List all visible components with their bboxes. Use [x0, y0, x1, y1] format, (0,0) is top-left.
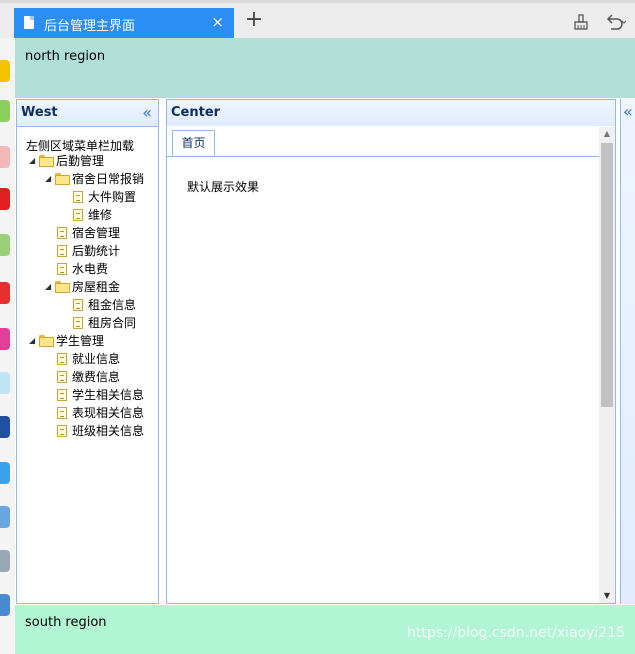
- tree-node-label: 水电费: [72, 262, 109, 276]
- expand-triangle-icon[interactable]: ◢: [45, 278, 55, 296]
- expand-triangle-icon[interactable]: ◢: [45, 170, 55, 188]
- browser-tab[interactable]: 后台管理主界面 ×: [14, 8, 234, 38]
- tree-node[interactable]: ◢ 宿舍日常报销: [45, 170, 144, 188]
- broom-icon[interactable]: [572, 13, 590, 31]
- app-icon-leaf[interactable]: [0, 234, 10, 256]
- monitor-icon[interactable]: [0, 462, 10, 484]
- tree-node[interactable]: 水电费: [45, 260, 108, 278]
- tree-node[interactable]: 租金信息: [61, 296, 136, 314]
- tree-node-label: 后勤管理: [56, 154, 105, 168]
- south-region-text: south region: [25, 615, 107, 630]
- app-icon-gray[interactable]: [0, 550, 10, 572]
- scroll-up-icon[interactable]: ▲: [599, 127, 615, 141]
- app-icon-red[interactable]: [0, 188, 10, 210]
- tree-node-label: 学生相关信息: [72, 388, 145, 402]
- undo-icon[interactable]: [604, 12, 626, 32]
- tree-node-label: 宿舍管理: [72, 226, 121, 240]
- tree-node-label: 租金信息: [88, 298, 137, 312]
- tree-node[interactable]: ◢ 后勤管理: [29, 152, 104, 170]
- star-icon[interactable]: [0, 60, 10, 82]
- page-icon: [24, 16, 34, 29]
- south-region: south region https://blog.csdn.net/xiaoy…: [15, 605, 635, 654]
- file-icon: [57, 371, 67, 383]
- file-icon: [73, 299, 83, 311]
- tree-node-label: 租房合同: [88, 316, 137, 330]
- east-panel-collapsed[interactable]: «: [620, 99, 635, 604]
- close-tab-icon[interactable]: ×: [211, 13, 224, 31]
- tree-node-label: 表现相关信息: [72, 406, 145, 420]
- watermark: https://blog.csdn.net/xiaoyi215: [407, 625, 625, 641]
- tree-node-label: 大件购置: [88, 190, 137, 204]
- center-panel: Center 首页 默认展示效果 ▲ ▼: [166, 99, 616, 604]
- tree-node-label: 学生管理: [56, 334, 105, 348]
- center-tabs-bar: 首页: [167, 126, 615, 157]
- north-region: north region: [15, 38, 635, 98]
- tree-node-label: 就业信息: [72, 352, 121, 366]
- home-tab-content: 默认展示效果: [187, 180, 260, 194]
- tree-node[interactable]: 租房合同: [61, 314, 136, 332]
- browser-tab-title: 后台管理主界面: [44, 19, 136, 34]
- folder-open-icon: [39, 155, 54, 167]
- app-icon-red2[interactable]: [0, 282, 10, 304]
- tree-node[interactable]: 大件购置: [61, 188, 136, 206]
- tree-node-label: 后勤统计: [72, 244, 121, 258]
- center-panel-title: Center: [171, 105, 221, 120]
- tree-node-label: 维修: [88, 208, 113, 222]
- expand-east-icon[interactable]: «: [623, 102, 633, 121]
- film-icon[interactable]: [0, 416, 10, 438]
- tree-node-label: 房屋租金: [72, 280, 121, 294]
- file-icon: [57, 407, 67, 419]
- collapse-left-icon[interactable]: «: [142, 103, 152, 122]
- folder-open-icon: [39, 335, 54, 347]
- app-icon-blue[interactable]: [0, 506, 10, 528]
- file-icon: [57, 389, 67, 401]
- west-panel-header: West «: [17, 100, 158, 127]
- tree-node-label: 班级相关信息: [72, 424, 145, 438]
- tree-node[interactable]: ◢ 学生管理: [29, 332, 104, 350]
- folder-open-icon: [55, 173, 70, 185]
- scrollbar-thumb[interactable]: [601, 143, 613, 407]
- file-icon: [57, 263, 67, 275]
- new-tab-button[interactable]: +: [244, 8, 264, 32]
- browser-tab-bar: 后台管理主界面 × +: [0, 0, 635, 38]
- calendar-icon[interactable]: [0, 146, 10, 168]
- tree-node[interactable]: ◢ 房屋租金: [45, 278, 120, 296]
- app-icon-blue2[interactable]: [0, 594, 10, 616]
- file-icon: [73, 317, 83, 329]
- file-icon: [57, 245, 67, 257]
- tree-node[interactable]: 维修: [61, 206, 112, 224]
- scroll-down-icon[interactable]: ▼: [599, 589, 615, 603]
- app-icon-green[interactable]: [0, 100, 10, 122]
- tree-node[interactable]: 班级相关信息: [45, 422, 144, 440]
- app-icon-pink[interactable]: [0, 328, 10, 350]
- tree-node[interactable]: 缴费信息: [45, 368, 120, 386]
- tree-node[interactable]: 学生相关信息: [45, 386, 144, 404]
- west-panel: West « 左侧区域菜单栏加载 ◢ 后勤管理 ◢ 宿舍日常报销 大件购置 维修 宿舍管理后…: [16, 99, 159, 604]
- tree-node[interactable]: 就业信息: [45, 350, 120, 368]
- west-panel-title: West: [21, 105, 58, 120]
- vertical-scrollbar[interactable]: ▲ ▼: [599, 127, 615, 603]
- tree-node[interactable]: 后勤统计: [45, 242, 120, 260]
- expand-triangle-icon[interactable]: ◢: [29, 332, 39, 350]
- expand-triangle-icon[interactable]: ◢: [29, 152, 39, 170]
- tab-home[interactable]: 首页: [172, 130, 215, 156]
- desktop-icon-strip: [0, 38, 15, 654]
- center-panel-header: Center: [167, 100, 615, 127]
- north-region-text: north region: [25, 49, 106, 64]
- tree-node-label: 宿舍日常报销: [72, 172, 145, 186]
- bookmark-strip: [0, 0, 635, 3]
- tree-node-label: 缴费信息: [72, 370, 121, 384]
- tree-node[interactable]: 宿舍管理: [45, 224, 120, 242]
- app-icon-cyan[interactable]: [0, 372, 10, 394]
- file-icon: [57, 227, 67, 239]
- file-icon: [73, 209, 83, 221]
- file-icon: [73, 191, 83, 203]
- tree-node[interactable]: 表现相关信息: [45, 404, 144, 422]
- file-icon: [57, 425, 67, 437]
- folder-open-icon: [55, 281, 70, 293]
- file-icon: [57, 353, 67, 365]
